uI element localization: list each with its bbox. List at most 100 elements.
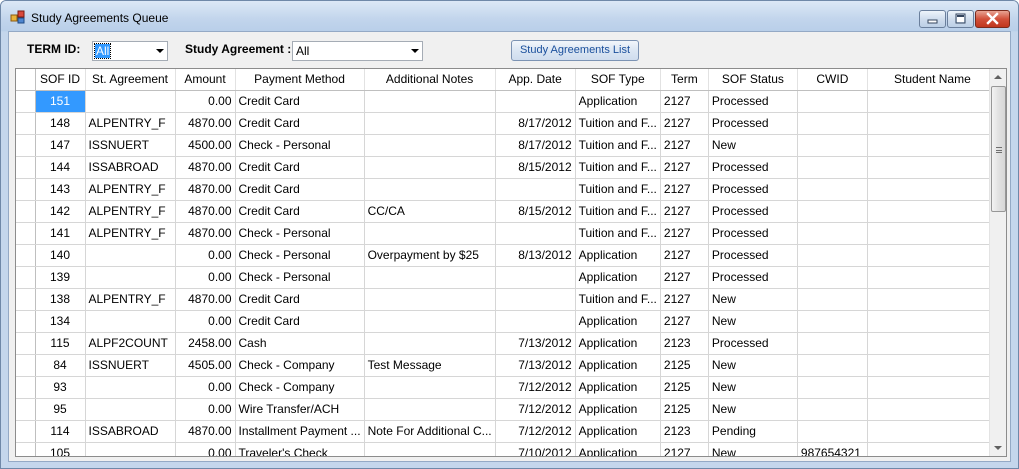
cell-sof-type[interactable]: Tuition and F... xyxy=(575,178,661,201)
cell-student-name[interactable] xyxy=(867,156,998,179)
table-row[interactable]: 114 ISSABROAD 4870.00 Installment Payment .… xyxy=(16,420,998,443)
cell-student-name[interactable] xyxy=(867,178,998,201)
cell-amount[interactable]: 2458.00 xyxy=(175,332,236,355)
cell-sof-status[interactable]: Processed xyxy=(708,112,798,135)
row-header[interactable] xyxy=(16,266,36,289)
cell-amount[interactable]: 4505.00 xyxy=(175,354,236,377)
cell-app-date[interactable]: 8/13/2012 xyxy=(495,244,576,267)
cell-amount[interactable]: 0.00 xyxy=(175,398,236,421)
row-header[interactable] xyxy=(16,310,36,333)
table-row[interactable]: 95 0.00 Wire Transfer/ACH 7/12/2012 Applicat… xyxy=(16,398,998,421)
cell-amount[interactable]: 4870.00 xyxy=(175,288,236,311)
cell-sof-status[interactable]: Processed xyxy=(708,156,798,179)
cell-st-agreement[interactable]: ALPENTRY_F xyxy=(85,200,176,223)
cell-cwid[interactable] xyxy=(797,266,868,289)
row-header[interactable] xyxy=(16,398,36,421)
cell-st-agreement[interactable]: ALPENTRY_F xyxy=(85,222,176,245)
cell-sof-type[interactable]: Tuition and F... xyxy=(575,156,661,179)
table-row[interactable]: 134 0.00 Credit Card Application 2127 New xyxy=(16,310,998,333)
cell-amount[interactable]: 4870.00 xyxy=(175,222,236,245)
study-agreement-dropdown[interactable]: All xyxy=(292,41,423,61)
row-header[interactable] xyxy=(16,156,36,179)
cell-term[interactable]: 2127 xyxy=(660,112,709,135)
table-row[interactable]: 140 0.00 Check - Personal Overpayment by $2… xyxy=(16,244,998,267)
cell-app-date[interactable] xyxy=(495,222,576,245)
cell-term[interactable]: 2125 xyxy=(660,376,709,399)
cell-app-date[interactable]: 8/17/2012 xyxy=(495,112,576,135)
cell-app-date[interactable] xyxy=(495,266,576,289)
cell-sof-id[interactable]: 134 xyxy=(35,310,86,333)
cell-term[interactable]: 2127 xyxy=(660,244,709,267)
cell-payment-method[interactable]: Check - Personal xyxy=(235,134,365,157)
column-header-payment-method[interactable]: Payment Method xyxy=(235,69,365,91)
table-row[interactable]: 141 ALPENTRY_F 4870.00 Check - Personal Tuit… xyxy=(16,222,998,245)
cell-term[interactable]: 2127 xyxy=(660,310,709,333)
cell-student-name[interactable] xyxy=(867,134,998,157)
cell-sof-id[interactable]: 139 xyxy=(35,266,86,289)
cell-student-name[interactable] xyxy=(867,90,998,113)
cell-sof-status[interactable]: New xyxy=(708,398,798,421)
cell-additional-notes[interactable] xyxy=(364,398,496,421)
cell-additional-notes[interactable] xyxy=(364,222,496,245)
cell-sof-id[interactable]: 144 xyxy=(35,156,86,179)
cell-app-date[interactable]: 7/12/2012 xyxy=(495,420,576,443)
cell-sof-id[interactable]: 142 xyxy=(35,200,86,223)
cell-st-agreement[interactable] xyxy=(85,398,176,421)
cell-additional-notes[interactable] xyxy=(364,332,496,355)
cell-sof-type[interactable]: Application xyxy=(575,376,661,399)
cell-sof-type[interactable]: Tuition and F... xyxy=(575,200,661,223)
cell-sof-status[interactable]: Pending xyxy=(708,420,798,443)
cell-sof-id[interactable]: 138 xyxy=(35,288,86,311)
cell-amount[interactable]: 4870.00 xyxy=(175,200,236,223)
cell-sof-id[interactable]: 95 xyxy=(35,398,86,421)
column-header-app-date[interactable]: App. Date xyxy=(495,69,576,91)
cell-st-agreement[interactable] xyxy=(85,310,176,333)
cell-cwid[interactable] xyxy=(797,156,868,179)
cell-sof-status[interactable]: New xyxy=(708,310,798,333)
row-header[interactable] xyxy=(16,354,36,377)
cell-term[interactable]: 2125 xyxy=(660,398,709,421)
cell-student-name[interactable] xyxy=(867,244,998,267)
cell-student-name[interactable] xyxy=(867,222,998,245)
cell-payment-method[interactable]: Credit Card xyxy=(235,178,365,201)
row-header[interactable] xyxy=(16,178,36,201)
cell-payment-method[interactable]: Check - Personal xyxy=(235,244,365,267)
cell-sof-id[interactable]: 84 xyxy=(35,354,86,377)
cell-additional-notes[interactable]: Test Message xyxy=(364,354,496,377)
cell-sof-type[interactable]: Application xyxy=(575,266,661,289)
cell-st-agreement[interactable] xyxy=(85,244,176,267)
cell-st-agreement[interactable]: ALPENTRY_F xyxy=(85,178,176,201)
column-header-sof-type[interactable]: SOF Type xyxy=(575,69,661,91)
row-header[interactable] xyxy=(16,134,36,157)
cell-st-agreement[interactable] xyxy=(85,376,176,399)
cell-app-date[interactable]: 7/10/2012 xyxy=(495,442,576,456)
cell-app-date[interactable]: 7/12/2012 xyxy=(495,376,576,399)
cell-amount[interactable]: 0.00 xyxy=(175,376,236,399)
minimize-button[interactable] xyxy=(919,10,946,28)
cell-sof-type[interactable]: Application xyxy=(575,420,661,443)
cell-cwid[interactable] xyxy=(797,90,868,113)
cell-payment-method[interactable]: Wire Transfer/ACH xyxy=(235,398,365,421)
table-row[interactable]: 151 0.00 Credit Card Application 2127 Process… xyxy=(16,90,998,113)
cell-cwid[interactable] xyxy=(797,112,868,135)
cell-app-date[interactable]: 7/13/2012 xyxy=(495,354,576,377)
scroll-down-arrow-icon[interactable] xyxy=(990,439,1006,456)
cell-st-agreement[interactable] xyxy=(85,90,176,113)
cell-st-agreement[interactable]: ALPENTRY_F xyxy=(85,288,176,311)
cell-amount[interactable]: 0.00 xyxy=(175,266,236,289)
cell-sof-status[interactable]: New xyxy=(708,134,798,157)
cell-student-name[interactable] xyxy=(867,398,998,421)
cell-additional-notes[interactable] xyxy=(364,90,496,113)
cell-sof-id[interactable]: 147 xyxy=(35,134,86,157)
row-header[interactable] xyxy=(16,112,36,135)
cell-amount[interactable]: 4500.00 xyxy=(175,134,236,157)
cell-app-date[interactable] xyxy=(495,90,576,113)
cell-sof-status[interactable]: New xyxy=(708,354,798,377)
cell-sof-type[interactable]: Application xyxy=(575,90,661,113)
cell-payment-method[interactable]: Installment Payment ... xyxy=(235,420,365,443)
cell-st-agreement[interactable]: ISSABROAD xyxy=(85,156,176,179)
column-header-st-agreement[interactable]: St. Agreement xyxy=(85,69,176,91)
cell-cwid[interactable] xyxy=(797,222,868,245)
cell-app-date[interactable]: 7/13/2012 xyxy=(495,332,576,355)
cell-student-name[interactable] xyxy=(867,420,998,443)
